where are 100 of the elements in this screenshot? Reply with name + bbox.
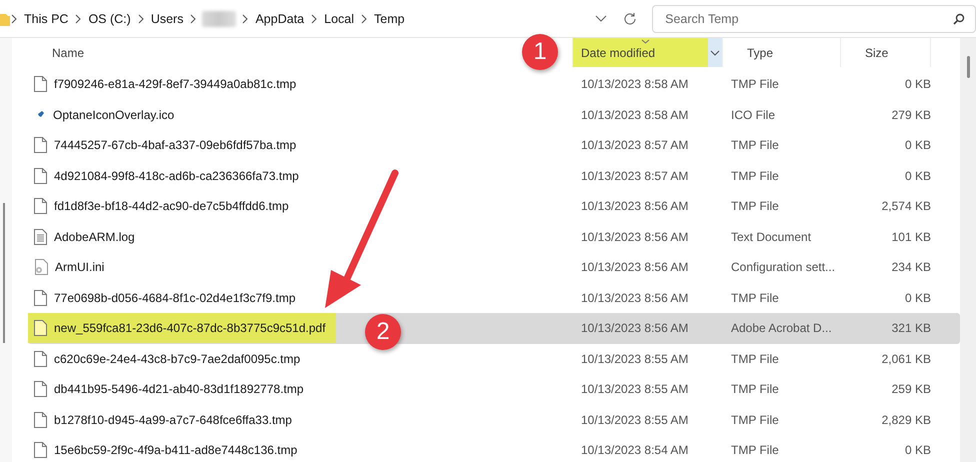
file-type: Adobe Acrobat D... bbox=[730, 321, 833, 336]
file-icon bbox=[34, 442, 47, 458]
column-header[interactable]: Date modified bbox=[573, 38, 723, 67]
file-size: 321 KB bbox=[890, 321, 931, 336]
file-type: TMP File bbox=[730, 138, 780, 152]
date-modified: 10/13/2023 8:56 AM bbox=[580, 321, 690, 336]
file-icon bbox=[34, 320, 47, 336]
file-icon bbox=[34, 350, 47, 367]
file-row[interactable]: ArmUI.ini 10/13/2023 8:56 AM Configuration sett... 234 KB bbox=[28, 252, 960, 282]
file-row[interactable]: 4d921084-99f8-418c-ad6b-ca236366fa73.tmp 10/13/2023 8:57 AM TMP File 0 KB bbox=[28, 160, 960, 191]
text-file-icon bbox=[34, 228, 47, 245]
file-name: 74445257-67cb-4baf-a337-09eb6fdf57ba.tmp bbox=[54, 138, 296, 152]
date-modified: 10/13/2023 8:57 AM bbox=[580, 138, 690, 152]
file-name: 15e6bc59-2f9c-4f9a-b411-ad8e7448c136.tmp bbox=[54, 443, 298, 458]
file-name: b1278f10-d945-4a99-a7c7-648fce6ffa33.tmp bbox=[54, 412, 292, 427]
file-type: TMP File bbox=[730, 77, 780, 92]
sort-caret-icon bbox=[641, 39, 650, 44]
chevron-icon bbox=[241, 14, 250, 24]
file-size: 234 KB bbox=[890, 260, 931, 274]
breadcrumb[interactable]: Temp bbox=[368, 12, 411, 26]
file-name: OptaneIconOverlay.ico bbox=[53, 108, 174, 122]
column-header[interactable]: Size bbox=[841, 38, 931, 67]
breadcrumb[interactable]: AppData bbox=[249, 12, 310, 26]
file-name: 77e0698b-d056-4684-8f1c-02d4e1f3c7f9.tmp bbox=[54, 290, 296, 305]
date-modified: 10/13/2023 8:54 AM bbox=[580, 443, 690, 458]
file-type: Text Document bbox=[730, 230, 812, 244]
breadcrumb[interactable]: OS (C:) bbox=[82, 12, 137, 26]
file-row[interactable]: f7909246-e81a-429f-8ef7-39449a0ab81c.tmp 10/13/2023 8:58 AM TMP File 0 KB bbox=[28, 69, 960, 100]
column-header[interactable]: Type bbox=[723, 38, 841, 67]
file-row[interactable]: OptaneIconOverlay.ico 10/13/2023 8:58 AM ICO File 279 KB bbox=[28, 100, 960, 130]
file-size: 0 KB bbox=[904, 168, 931, 183]
search-icon bbox=[953, 12, 965, 24]
file-size: 0 KB bbox=[904, 443, 931, 458]
file-row[interactable]: 77e0698b-d056-4684-8f1c-02d4e1f3c7f9.tmp 10/13/2023 8:56 AM TMP File 0 KB bbox=[28, 282, 960, 313]
breadcrumb[interactable]: This PC bbox=[18, 12, 74, 26]
file-icon bbox=[34, 381, 47, 398]
dropdown-icon[interactable] bbox=[708, 38, 722, 67]
file-icon bbox=[34, 412, 47, 428]
chevron-icon bbox=[360, 14, 368, 24]
file-name: AdobeARM.log bbox=[54, 230, 135, 244]
file-type: ICO File bbox=[730, 108, 776, 122]
chevron-icon bbox=[74, 14, 82, 24]
date-modified: 10/13/2023 8:57 AM bbox=[580, 168, 690, 183]
file-size: 2,574 KB bbox=[880, 199, 931, 214]
file-icon bbox=[34, 198, 47, 214]
address-bar[interactable]: This PC OS (C:) Users AppData Local Temp bbox=[0, 4, 586, 34]
file-size: 0 KB bbox=[904, 290, 931, 305]
file-icon bbox=[34, 290, 47, 306]
file-icon bbox=[34, 137, 47, 154]
file-type: TMP File bbox=[730, 352, 780, 366]
file-row[interactable]: 15e6bc59-2f9c-4f9a-b411-ad8e7448c136.tmp 10/13/2023 8:54 AM TMP File 0 KB bbox=[28, 435, 960, 462]
file-size: 101 KB bbox=[890, 230, 931, 244]
search-box[interactable]: Search Temp bbox=[652, 4, 976, 32]
file-type: TMP File bbox=[730, 412, 780, 427]
settings-file-icon bbox=[34, 259, 48, 276]
date-modified: 10/13/2023 8:58 AM bbox=[580, 108, 690, 122]
file-name: 4d921084-99f8-418c-ad6b-ca236366fa73.tmp bbox=[54, 168, 299, 183]
date-modified: 10/13/2023 8:56 AM bbox=[580, 290, 690, 305]
breadcrumb[interactable]: Users bbox=[144, 12, 190, 26]
date-modified: 10/13/2023 8:55 AM bbox=[580, 412, 690, 427]
file-icon bbox=[34, 76, 47, 92]
chevron-icon bbox=[189, 14, 198, 24]
file-type: TMP File bbox=[730, 168, 780, 183]
file-name: c620c69e-24e4-43c8-b7c9-7ae2daf0095c.tmp bbox=[54, 352, 300, 366]
scrollbar-thumb[interactable] bbox=[3, 203, 5, 343]
file-name: fd1d8f3e-bf18-44d2-ac90-de7c5b4ffdd6.tmp bbox=[54, 199, 289, 214]
date-modified: 10/13/2023 8:55 AM bbox=[580, 382, 690, 396]
file-name: f7909246-e81a-429f-8ef7-39449a0ab81c.tmp bbox=[54, 77, 296, 92]
file-size: 279 KB bbox=[890, 108, 931, 122]
file-size: 2,061 KB bbox=[880, 352, 931, 366]
refresh-icon bbox=[622, 12, 637, 26]
file-size: 2,829 KB bbox=[880, 412, 931, 427]
file-name: new_559fca81-23d6-407c-87dc-8b3775c9c51d.pdf bbox=[54, 321, 326, 336]
file-icon bbox=[34, 168, 47, 184]
blurred-breadcrumb bbox=[202, 10, 236, 26]
date-modified: 10/13/2023 8:58 AM bbox=[580, 77, 690, 92]
chevron-icon bbox=[136, 14, 145, 24]
file-type: TMP File bbox=[730, 290, 780, 305]
scrollbar-thumb[interactable] bbox=[967, 56, 970, 78]
date-modified: 10/13/2023 8:56 AM bbox=[580, 199, 690, 214]
date-modified: 10/13/2023 8:55 AM bbox=[580, 352, 690, 366]
file-type: Configuration sett... bbox=[730, 260, 836, 274]
file-row[interactable]: 74445257-67cb-4baf-a337-09eb6fdf57ba.tmp 10/13/2023 8:57 AM TMP File 0 KB bbox=[28, 130, 960, 160]
file-type: TMP File bbox=[730, 382, 780, 396]
chevron-icon bbox=[310, 14, 318, 24]
folder-icon bbox=[0, 12, 10, 26]
file-type: TMP File bbox=[730, 443, 780, 458]
file-row[interactable]: AdobeARM.log 10/13/2023 8:56 AM Text Document 101 KB bbox=[28, 222, 960, 252]
file-name: ArmUI.ini bbox=[55, 260, 104, 274]
file-size: 0 KB bbox=[904, 138, 931, 152]
file-row[interactable]: fd1d8f3e-bf18-44d2-ac90-de7c5b4ffdd6.tmp 10/13/2023 8:56 AM TMP File 2,574 KB bbox=[28, 191, 960, 222]
number-badge: 1 bbox=[522, 34, 558, 70]
file-size: 259 KB bbox=[890, 382, 931, 396]
file-type: TMP File bbox=[730, 199, 780, 214]
breadcrumb[interactable]: Local bbox=[318, 12, 360, 26]
date-modified: 10/13/2023 8:56 AM bbox=[580, 230, 690, 244]
chevron-down-icon bbox=[594, 14, 607, 22]
file-row[interactable]: db441b95-5496-4d21-ab40-83d1f1892778.tmp 10/13/2023 8:55 AM TMP File 259 KB bbox=[28, 374, 960, 404]
date-modified: 10/13/2023 8:56 AM bbox=[580, 260, 690, 274]
file-row[interactable]: b1278f10-d945-4a99-a7c7-648fce6ffa33.tmp 10/13/2023 8:55 AM TMP File 2,829 KB bbox=[28, 404, 960, 435]
